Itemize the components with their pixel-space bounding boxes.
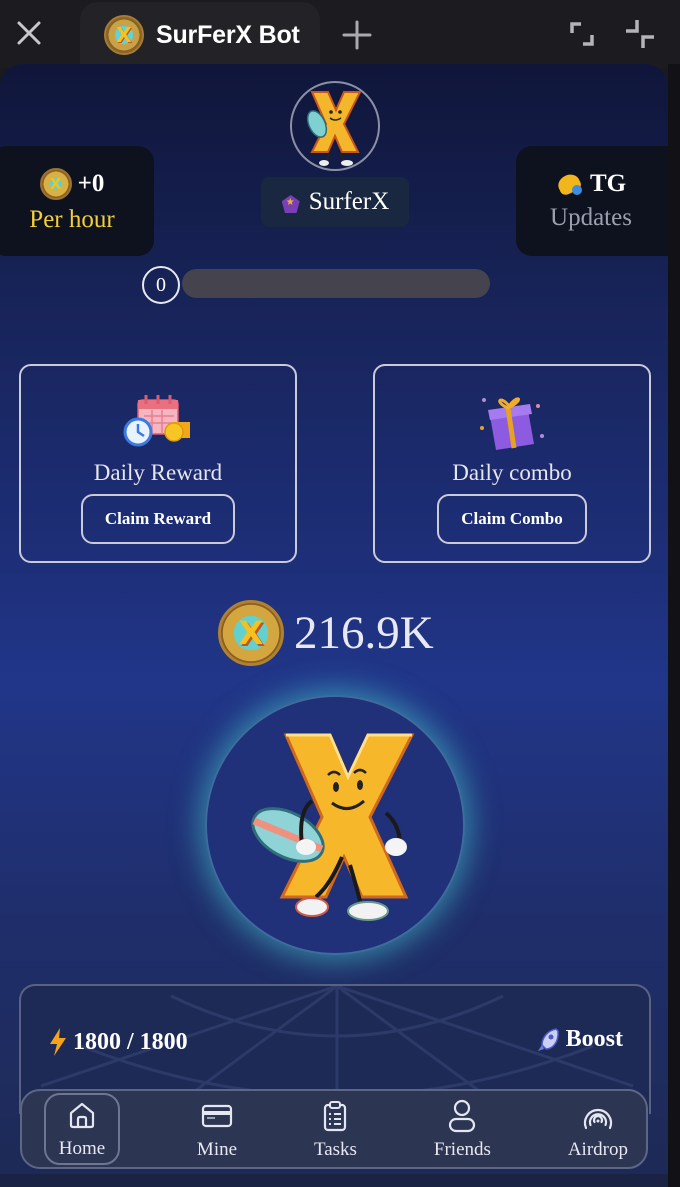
nav-tasks[interactable]: Tasks: [314, 1093, 357, 1165]
profit-label: Per hour: [29, 206, 115, 233]
boost-label: Boost: [565, 1026, 623, 1052]
rocket-icon: [537, 1027, 559, 1051]
nav-mine-label: Mine: [196, 1139, 238, 1160]
expand-button[interactable]: [562, 14, 602, 54]
balance: 216.9K: [218, 600, 434, 666]
balance-value: 216.9K: [294, 607, 434, 659]
user-icon: [445, 1099, 479, 1133]
daily-reward-card: Daily Reward Claim Reward: [19, 364, 297, 563]
tab-title: SurFerX Bot: [156, 20, 300, 49]
energy-counter: 1800 / 1800: [49, 1028, 188, 1056]
collapse-button[interactable]: [620, 14, 660, 54]
tg-value: TG: [589, 170, 627, 197]
nav-tasks-label: Tasks: [313, 1139, 357, 1160]
bottom-nav: Home Mine Tasks Friends Airdrop: [20, 1089, 648, 1169]
nav-airdrop-label: Airdrop: [567, 1139, 628, 1160]
daily-combo-title: Daily combo: [452, 460, 572, 485]
clipboard-icon: [318, 1099, 352, 1133]
nav-friends[interactable]: Friends: [434, 1093, 491, 1165]
profit-value: +0: [77, 170, 105, 197]
mascot-icon: [251, 733, 415, 921]
close-button[interactable]: [10, 14, 48, 52]
boost-button[interactable]: Boost: [537, 1026, 623, 1053]
nav-mine[interactable]: Mine: [197, 1093, 237, 1165]
nav-home-label: Home: [58, 1138, 106, 1159]
tab-bar: SurFerX Bot: [0, 0, 680, 68]
claim-combo-button[interactable]: Claim Combo: [437, 494, 587, 544]
avatar[interactable]: [290, 81, 380, 171]
collapse-icon: [626, 20, 654, 48]
new-tab-button[interactable]: [336, 14, 378, 56]
nav-friends-label: Friends: [433, 1139, 491, 1160]
coin-icon: [218, 600, 284, 666]
daily-reward-title: Daily Reward: [93, 460, 223, 485]
gift-icon: [476, 392, 548, 454]
level-badge: 0: [142, 266, 180, 304]
claim-reward-button[interactable]: Claim Reward: [80, 494, 236, 544]
card-icon: [200, 1099, 234, 1133]
new-tab-icon: [342, 20, 372, 50]
expand-icon: [570, 22, 594, 46]
energy-value: 1800 / 1800: [73, 1028, 188, 1055]
background-window-edge: [668, 64, 680, 1187]
close-icon: [17, 21, 41, 45]
tg-updates-card[interactable]: TG Updates: [516, 146, 668, 256]
daily-combo-card: Daily combo Claim Combo: [373, 364, 651, 563]
updates-label: Updates: [550, 204, 632, 231]
lightning-icon: [50, 1028, 66, 1056]
bell-icon: [556, 171, 584, 197]
profit-per-hour-card[interactable]: +0 Per hour: [0, 146, 154, 256]
rank-badge-icon: [281, 191, 301, 213]
calendar-icon: [122, 392, 194, 454]
bottom-safe-area: [0, 1174, 668, 1187]
airdrop-icon: [581, 1099, 615, 1133]
mascot-icon: [306, 91, 362, 166]
level-progress-bar: [182, 269, 490, 298]
tap-mascot-button[interactable]: [205, 695, 465, 955]
mini-app: +0 Per hour SurferX TG Updates 0: [0, 64, 668, 1187]
nav-home[interactable]: Home: [44, 1093, 120, 1165]
profile-name: SurferX: [308, 188, 390, 215]
home-icon: [65, 1098, 99, 1132]
coin-icon: [39, 168, 72, 200]
tab-surferx-bot[interactable]: SurFerX Bot: [80, 2, 320, 68]
nav-airdrop[interactable]: Airdrop: [568, 1093, 628, 1165]
bot-logo-icon: [104, 15, 144, 55]
profile-name-chip[interactable]: SurferX: [261, 177, 409, 227]
